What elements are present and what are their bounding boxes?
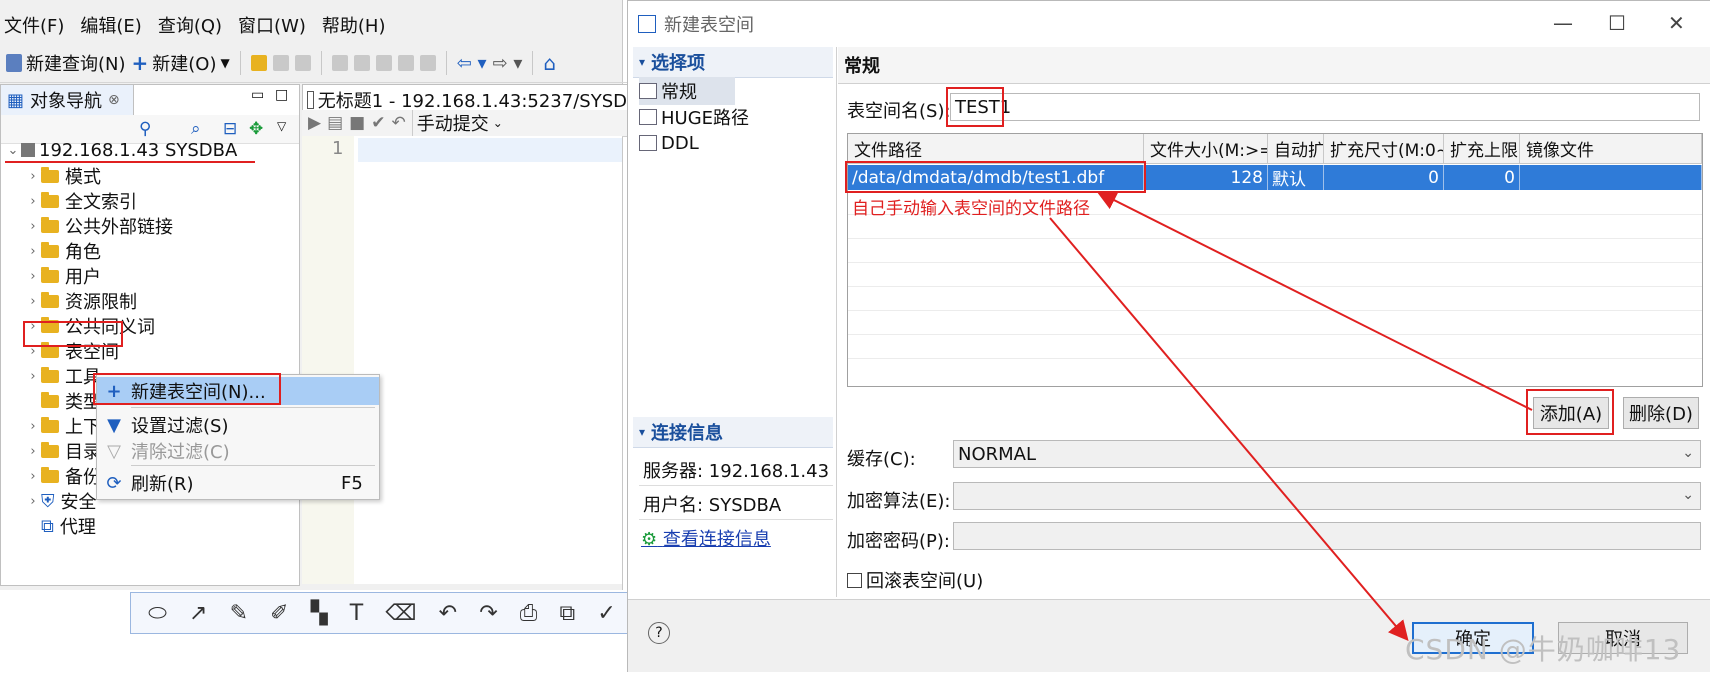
watermark: CSDN @牛奶咖啡13 — [1405, 633, 1682, 666]
annotation-arrows — [1049, 191, 1533, 642]
arrow-add-to-path — [1096, 191, 1533, 411]
arrow-to-ok — [1049, 217, 1409, 642]
